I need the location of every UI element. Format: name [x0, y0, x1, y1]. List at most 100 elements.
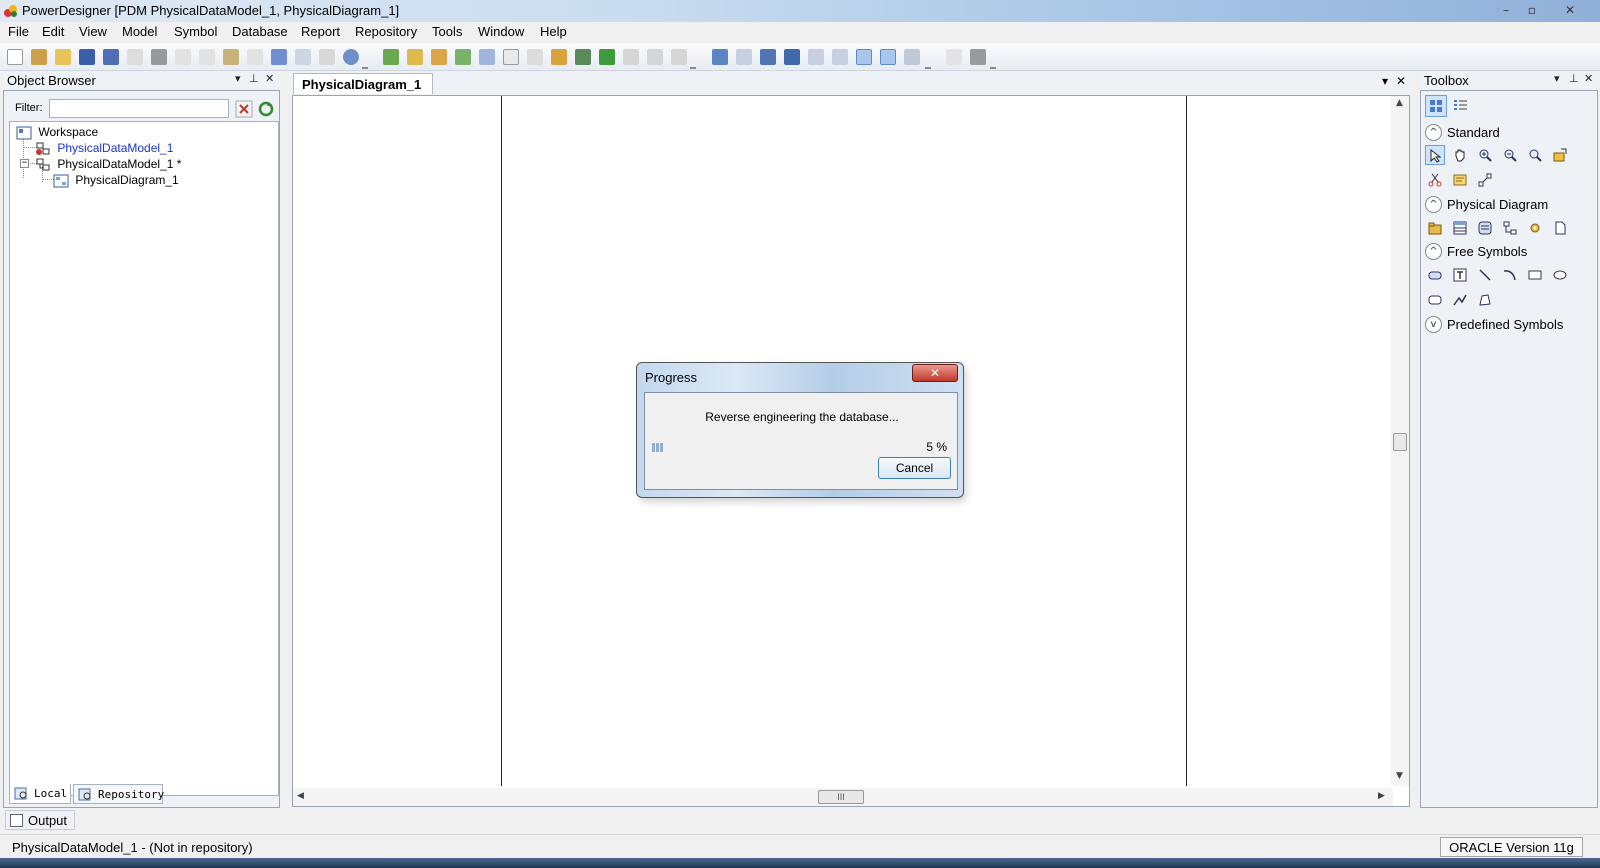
cut-icon[interactable]	[175, 49, 191, 65]
rectangle-tool[interactable]	[1525, 265, 1545, 285]
view-tool[interactable]	[1475, 218, 1495, 238]
section-physical-diagram[interactable]: ^ Physical Diagram	[1421, 195, 1597, 215]
properties-tool[interactable]	[1450, 170, 1470, 190]
save-icon[interactable]	[79, 49, 95, 65]
list-view-button[interactable]	[1450, 95, 1472, 117]
refresh-icon[interactable]	[257, 100, 275, 118]
text-a-icon[interactable]	[599, 49, 615, 65]
menu-symbol[interactable]: Symbol	[174, 24, 217, 39]
scroll-right-icon[interactable]: ▶	[1378, 791, 1385, 801]
menu-help[interactable]: Help	[540, 24, 567, 39]
layout-3-icon[interactable]	[760, 49, 776, 65]
arrow-left-icon[interactable]	[647, 49, 663, 65]
list-view-icon[interactable]	[880, 49, 896, 65]
arrow-right-icon[interactable]	[671, 49, 687, 65]
cancel-button[interactable]: Cancel	[878, 457, 951, 479]
layout-2-icon[interactable]	[736, 49, 752, 65]
arc-tool[interactable]	[1500, 265, 1520, 285]
powerdesigner-app-icon[interactable]	[3, 3, 19, 19]
polygon-tool[interactable]	[1475, 290, 1495, 310]
align-icon[interactable]	[623, 49, 639, 65]
rounded-rect-tool[interactable]	[1425, 290, 1445, 310]
horizontal-scrollbar[interactable]: ◀ III ▶	[293, 788, 1393, 806]
print-2-icon[interactable]	[970, 49, 986, 65]
new-project-icon[interactable]	[31, 49, 47, 65]
file-tool[interactable]	[1550, 218, 1570, 238]
line-tool[interactable]	[1475, 265, 1495, 285]
section-free-symbols[interactable]: ^ Free Symbols	[1421, 242, 1597, 262]
table-view-icon[interactable]	[904, 49, 920, 65]
hand-tool[interactable]	[1450, 145, 1470, 165]
vertical-scroll-thumb[interactable]	[1393, 433, 1407, 451]
delete-icon[interactable]	[247, 49, 263, 65]
restore-button[interactable]: ▫	[1520, 2, 1544, 18]
text-tool[interactable]	[1450, 265, 1470, 285]
check-model-icon[interactable]	[479, 49, 495, 65]
zoom-in-tool[interactable]	[1475, 145, 1495, 165]
open-package-tool[interactable]	[1550, 145, 1570, 165]
toolbar-grip[interactable]	[690, 63, 696, 69]
cut-tool[interactable]	[1425, 170, 1445, 190]
clear-filter-icon[interactable]	[235, 100, 253, 118]
close-diagram-icon[interactable]: ✕	[1396, 74, 1406, 88]
layout-5-icon[interactable]	[808, 49, 824, 65]
link-tool[interactable]	[1475, 170, 1495, 190]
toolbar-grip[interactable]	[925, 63, 931, 69]
scroll-down-icon[interactable]: ▼	[1396, 771, 1403, 781]
reference-tool[interactable]	[1500, 218, 1520, 238]
output-tab[interactable]: Output	[5, 810, 75, 830]
menu-repository[interactable]: Repository	[355, 24, 417, 39]
pencil-icon[interactable]	[551, 49, 567, 65]
refresh-icon[interactable]	[455, 49, 471, 65]
zoom-out-tool[interactable]	[1500, 145, 1520, 165]
menu-model[interactable]: Model	[122, 24, 157, 39]
window-icon[interactable]	[503, 49, 519, 65]
close-window-button[interactable]: ✕	[1550, 2, 1590, 18]
save-all-icon[interactable]	[103, 49, 119, 65]
menu-database[interactable]: Database	[232, 24, 288, 39]
package-tool[interactable]	[1425, 218, 1445, 238]
tree-expander[interactable]: −	[20, 159, 29, 168]
browse-icon[interactable]	[343, 49, 359, 65]
print-preview-icon[interactable]	[127, 49, 143, 65]
pin-icon[interactable]: ⊥	[249, 72, 259, 85]
open-diagram-icon[interactable]	[407, 49, 423, 65]
open-icon[interactable]	[55, 49, 71, 65]
tree-node-diagram[interactable]: PhysicalDiagram_1	[53, 173, 179, 188]
menu-view[interactable]: View	[79, 24, 107, 39]
polyline-tool[interactable]	[1450, 290, 1470, 310]
toolbar-grip[interactable]	[990, 63, 996, 69]
minimize-button[interactable]: –	[1494, 2, 1518, 18]
dropdown-icon[interactable]: ▾	[1554, 72, 1560, 85]
horizontal-scroll-thumb[interactable]: III	[818, 790, 864, 804]
menu-file[interactable]: File	[8, 24, 29, 39]
copy-icon[interactable]	[199, 49, 215, 65]
zoom-page-icon[interactable]	[856, 49, 872, 65]
scroll-left-icon[interactable]: ◀	[297, 791, 304, 801]
tab-repository[interactable]: Repository	[73, 784, 164, 804]
layout-6-icon[interactable]	[832, 49, 848, 65]
new-icon[interactable]	[7, 49, 23, 65]
grid-icon[interactable]	[527, 49, 543, 65]
preview-icon[interactable]	[946, 49, 962, 65]
close-icon[interactable]: ✕	[1584, 72, 1593, 85]
find-icon[interactable]	[431, 49, 447, 65]
menu-report[interactable]: Report	[301, 24, 340, 39]
dialog-close-button[interactable]: ✕	[912, 364, 958, 382]
tab-local[interactable]: Local	[9, 784, 71, 804]
menu-edit[interactable]: Edit	[42, 24, 64, 39]
scroll-up-icon[interactable]: ▲	[1396, 98, 1403, 108]
zoom-tool[interactable]	[1525, 145, 1545, 165]
redo-icon[interactable]	[295, 49, 311, 65]
section-predefined-symbols[interactable]: v Predefined Symbols	[1421, 315, 1597, 335]
close-icon[interactable]: ✕	[265, 72, 274, 85]
tab-list-icon[interactable]: ▾	[1382, 74, 1388, 88]
tree-node-workspace[interactable]: Workspace	[16, 125, 98, 140]
menu-tools[interactable]: Tools	[432, 24, 462, 39]
format-icon[interactable]	[575, 49, 591, 65]
print-icon[interactable]	[151, 49, 167, 65]
tree-node-model-link[interactable]: PhysicalDataModel_1	[35, 141, 173, 156]
paste-icon[interactable]	[223, 49, 239, 65]
section-standard[interactable]: ^ Standard	[1421, 123, 1597, 143]
menu-window[interactable]: Window	[478, 24, 524, 39]
